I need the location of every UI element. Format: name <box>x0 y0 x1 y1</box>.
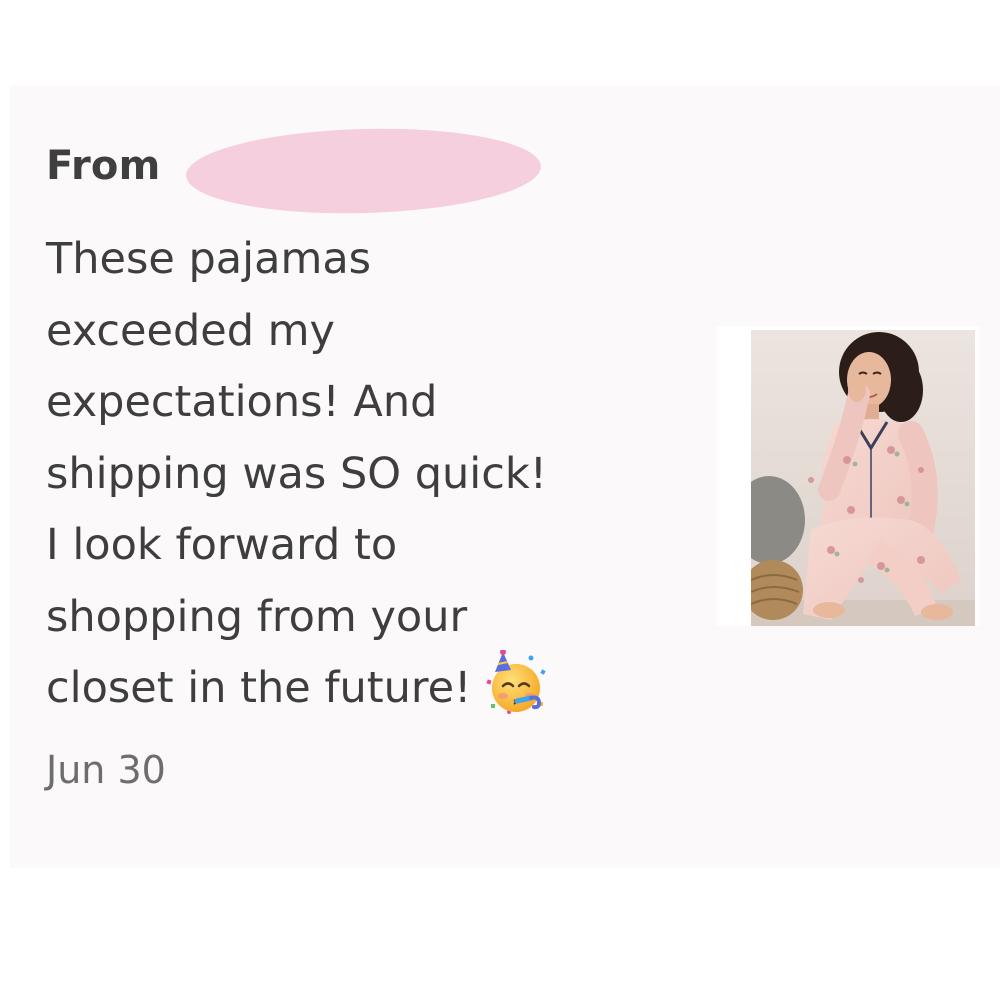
sender-row: From <box>46 126 160 206</box>
from-label: From <box>46 143 161 189</box>
message-line-last: closet in the future! <box>46 649 666 726</box>
pajama-photo <box>751 330 975 626</box>
message-line: exceeded my <box>46 305 335 356</box>
partying-face-icon <box>486 649 547 714</box>
message-line: These pajamas <box>46 234 372 284</box>
message-line: expectations! And <box>46 377 438 427</box>
message-line: shipping was SO quick! <box>46 448 548 499</box>
redacted-username <box>184 124 543 218</box>
product-thumbnail[interactable] <box>717 326 979 626</box>
message-line: shopping from your <box>46 591 468 642</box>
review-date: Jun 30 <box>46 748 166 792</box>
review-message: These pajamas exceeded my expectations! … <box>46 224 666 726</box>
message-line-text: closet in the future! <box>46 663 472 713</box>
message-line: I look forward to <box>46 520 398 570</box>
review-card: From These pajamas exceeded my expectati… <box>10 86 1000 868</box>
